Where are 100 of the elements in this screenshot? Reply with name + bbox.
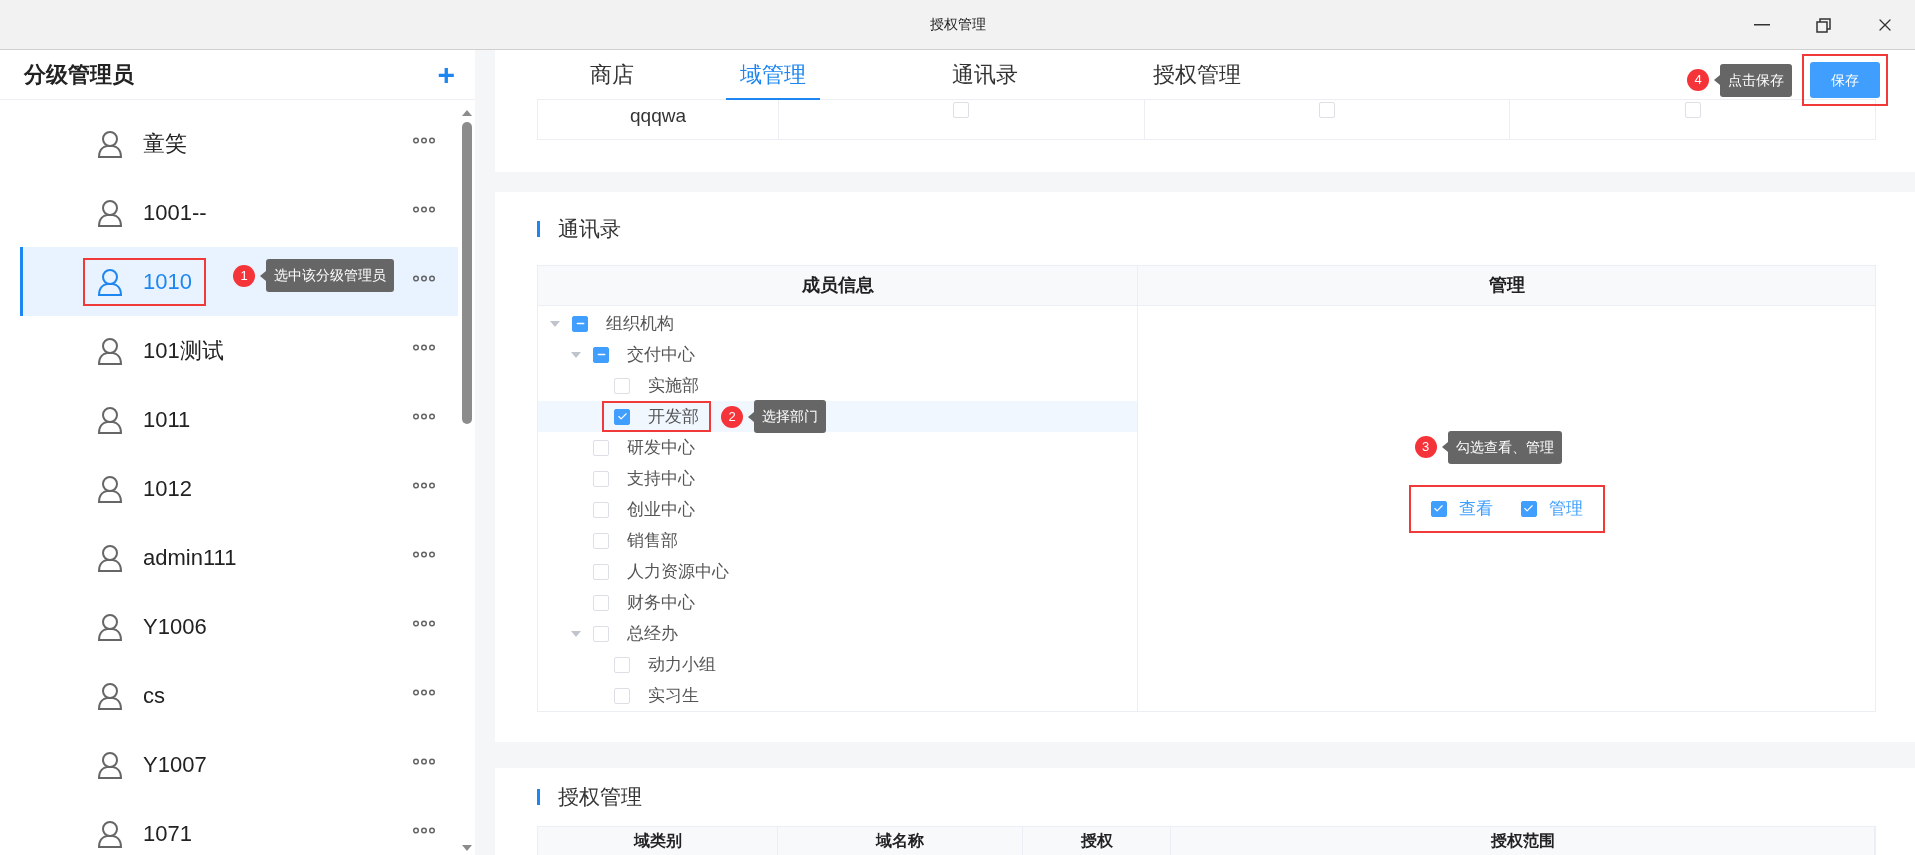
admin-list-item[interactable]: admin111 <box>20 523 458 592</box>
tree-node-label[interactable]: 实习生 <box>648 682 699 709</box>
admin-name: 1011 <box>143 406 191 434</box>
column-header: 成员信息 <box>801 274 874 297</box>
pointer-icon <box>1714 75 1720 85</box>
step-number-badge: 2 <box>721 405 743 428</box>
scroll-down-icon[interactable] <box>461 845 472 851</box>
check-icon <box>616 411 628 422</box>
checkbox[interactable] <box>614 408 630 425</box>
admin-name: 101测试 <box>143 337 224 365</box>
admin-list-item[interactable]: 1001-- <box>20 178 458 247</box>
checkbox[interactable] <box>1520 500 1537 517</box>
user-icon <box>97 474 123 503</box>
admin-name: 童笑 <box>143 130 187 158</box>
user-icon <box>97 750 123 779</box>
caret-icon[interactable] <box>571 351 581 358</box>
tree-node-label[interactable]: 组织机构 <box>606 310 674 337</box>
column-header: 域名称 <box>876 831 924 851</box>
admin-name: cs <box>143 682 165 710</box>
sidebar-title: 分级管理员 <box>24 61 134 89</box>
tab[interactable]: 通讯录 <box>879 50 1091 100</box>
tree-node-label[interactable]: 动力小组 <box>648 651 716 678</box>
user-icon <box>97 612 123 641</box>
checkbox[interactable] <box>1430 500 1447 517</box>
pointer-icon <box>260 270 266 281</box>
user-icon <box>97 129 123 158</box>
check-icon <box>1433 503 1444 514</box>
user-icon <box>97 267 123 296</box>
admin-name: 1010 <box>143 268 192 296</box>
user-icon <box>97 819 123 848</box>
column-header: 授权 <box>1080 831 1113 851</box>
pointer-icon <box>1441 442 1448 452</box>
more-icon[interactable] <box>412 827 436 834</box>
checkbox[interactable] <box>593 346 609 363</box>
minimize-icon[interactable] <box>1754 24 1770 26</box>
admin-list-item[interactable]: 童笑 <box>20 109 458 178</box>
user-icon <box>97 336 123 365</box>
tooltip: 勾选查看、管理 <box>1447 430 1562 464</box>
caret-icon[interactable] <box>571 630 581 637</box>
scrollbar-thumb[interactable] <box>461 122 472 424</box>
admin-list-item[interactable]: cs <box>20 661 458 730</box>
more-icon[interactable] <box>412 137 436 144</box>
window-title: 授权管理 <box>929 15 986 34</box>
check-icon <box>1523 503 1534 514</box>
admin-list-item[interactable]: Y1006 <box>20 592 458 661</box>
user-icon <box>97 681 123 710</box>
pointer-icon <box>748 411 754 422</box>
tree-node-label[interactable]: 总经办 <box>627 620 678 647</box>
tree-node-label[interactable]: 财务中心 <box>627 589 695 616</box>
more-icon[interactable] <box>412 758 436 765</box>
user-icon <box>97 405 123 434</box>
more-icon[interactable] <box>412 482 436 489</box>
tree-node-label[interactable]: 支持中心 <box>627 465 695 492</box>
tree-node-label[interactable]: 开发部 <box>648 403 699 430</box>
tree-node-label[interactable]: 研发中心 <box>627 434 695 461</box>
column-header: 管理 <box>1488 274 1525 297</box>
more-icon[interactable] <box>412 620 436 627</box>
more-icon[interactable] <box>412 551 436 558</box>
admin-name: admin111 <box>143 544 237 572</box>
table-cell-text: qqqwa <box>630 104 686 128</box>
more-icon[interactable] <box>412 689 436 696</box>
admin-name: Y1006 <box>143 613 207 641</box>
admin-list-item[interactable]: 101测试 <box>20 316 458 385</box>
add-button[interactable]: + <box>437 59 455 90</box>
more-icon[interactable] <box>412 206 436 213</box>
column-header: 域类别 <box>633 831 682 851</box>
section-title: 通讯录 <box>558 215 621 242</box>
step-number-badge: 3 <box>1414 436 1437 458</box>
tree-node-label[interactable]: 销售部 <box>627 527 678 554</box>
tree-node-label[interactable]: 创业中心 <box>627 496 695 523</box>
admin-list-item[interactable]: Y1007 <box>20 730 458 799</box>
admin-name: 1001-- <box>143 199 207 227</box>
admin-list-item[interactable]: 1011 <box>20 385 458 454</box>
more-icon[interactable] <box>412 344 436 351</box>
tooltip: 点击保存 <box>1720 63 1792 97</box>
step-number-badge: 1 <box>233 264 255 287</box>
tab[interactable]: 授权管理 <box>1091 50 1303 100</box>
more-icon[interactable] <box>412 413 436 420</box>
caret-icon[interactable] <box>550 320 560 327</box>
admin-list-item[interactable]: 1010 1 选中该分级管理员 <box>20 247 458 316</box>
tab[interactable]: 商店 <box>537 50 667 100</box>
more-icon[interactable] <box>412 275 436 282</box>
admin-name: Y1007 <box>143 751 207 779</box>
user-icon <box>97 543 123 572</box>
tree-node-label[interactable]: 人力资源中心 <box>627 558 729 585</box>
step-number-badge: 4 <box>1687 69 1709 91</box>
admin-name: 1012 <box>143 475 192 503</box>
section-title: 授权管理 <box>558 784 642 811</box>
admin-name: 1071 <box>143 820 192 848</box>
admin-list-item[interactable]: 1012 <box>20 454 458 523</box>
tooltip: 选中该分级管理员 <box>266 259 394 292</box>
admin-list-item[interactable]: 1071 <box>20 799 458 855</box>
selected-row-highlight[interactable]: 开发部 2 选择部门 <box>538 401 1137 432</box>
tree-node-label[interactable]: 实施部 <box>648 372 699 399</box>
user-icon <box>97 198 123 227</box>
tree-node-label[interactable]: 交付中心 <box>627 341 695 368</box>
scroll-up-icon[interactable] <box>461 110 472 116</box>
restore-icon[interactable] <box>1816 17 1831 33</box>
column-header: 授权范围 <box>1490 831 1555 851</box>
checkbox[interactable] <box>572 315 588 332</box>
